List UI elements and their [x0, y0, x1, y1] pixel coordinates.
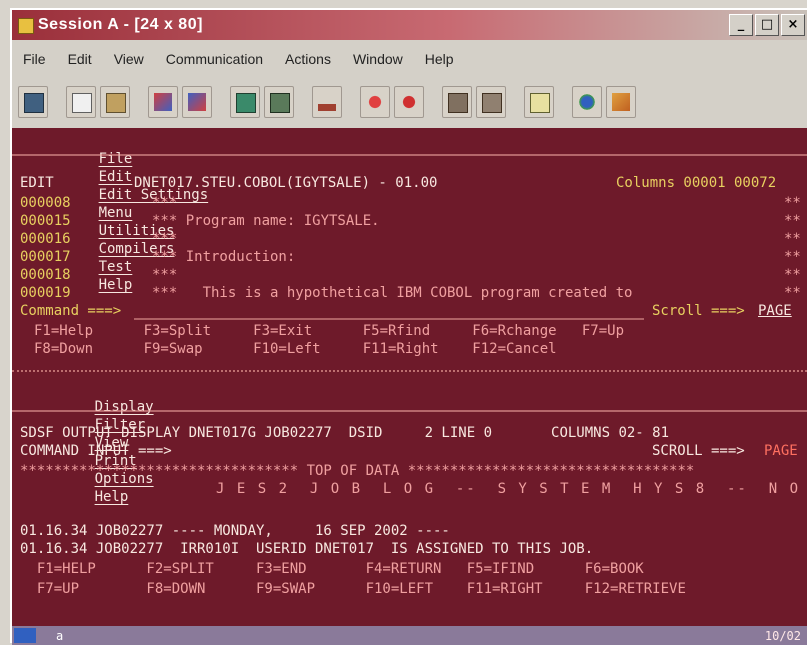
edit-fkeys-row2: F8=Down F9=Swap F10=Left F11=Right F12=C…: [34, 341, 557, 357]
edit-scroll-value[interactable]: PAGE: [758, 302, 792, 320]
edit-icon[interactable]: [606, 86, 636, 118]
top-of-data-marker: ********************************* TOP OF…: [20, 463, 695, 479]
session-indicator: [14, 628, 36, 643]
jes2-banner: J E S 2 J O B L O G -- S Y S T E M H Y S…: [216, 481, 807, 497]
menu-actions[interactable]: Actions: [274, 51, 342, 67]
source-line[interactable]: ***: [152, 194, 177, 212]
maximize-button[interactable]: □: [755, 14, 779, 36]
window-title: Session A - [24 x 80]: [38, 16, 203, 33]
ispf-menu-edit[interactable]: Edit: [99, 169, 133, 185]
emulator-window: Session A - [24 x 80] _ □ × File Edit Vi…: [10, 8, 807, 645]
sdsf-menu-help[interactable]: Help: [95, 489, 129, 505]
display-icon[interactable]: [18, 86, 48, 118]
menu-edit[interactable]: Edit: [57, 51, 103, 67]
session-icon[interactable]: [18, 18, 34, 34]
status-indicator: a: [56, 628, 64, 643]
window-controls: _ □ ×: [729, 14, 805, 36]
source-line-tail: **: [784, 195, 801, 211]
macro-icon[interactable]: [230, 86, 260, 118]
sdsf-fkeys-row2: F7=UP F8=DOWN F9=SWAP F10=LEFT F11=RIGHT…: [20, 581, 686, 597]
print-setup-icon[interactable]: [476, 86, 506, 118]
ispf-menu-menu[interactable]: Menu: [99, 205, 133, 221]
line-number[interactable]: 000015: [20, 212, 71, 230]
menu-view[interactable]: View: [103, 51, 155, 67]
edit-dataset-name: DNET017.STEU.COBOL(IGYTSALE) - 01.00: [134, 175, 438, 191]
source-line[interactable]: ***: [152, 230, 177, 248]
sdsf-command-label: COMMAND INPUT ===>: [20, 443, 172, 459]
log-line: 01.16.34 JOB02277 IRR010I USERID DNET017…: [20, 541, 594, 557]
edit-command-input[interactable]: [134, 318, 644, 320]
copy-icon[interactable]: [66, 86, 96, 118]
ispf-menu-bar: File Edit Edit_Settings Menu Utilities C…: [48, 132, 220, 293]
close-button[interactable]: ×: [781, 14, 805, 36]
source-line[interactable]: *** This is a hypothetical IBM COBOL pro…: [152, 284, 632, 302]
cursor-position: 10/02: [764, 628, 801, 643]
edit-mode-label: EDIT: [20, 175, 54, 191]
sdsf-scroll-label: SCROLL ===>: [652, 443, 745, 459]
sdsf-menu-display[interactable]: Display: [95, 399, 154, 415]
title-bar[interactable]: Session A - [24 x 80] _ □ ×: [12, 10, 807, 40]
line-number[interactable]: 000017: [20, 248, 71, 266]
keyboard-icon[interactable]: [264, 86, 294, 118]
chart-icon[interactable]: [312, 86, 342, 118]
source-line-tail: **: [784, 285, 801, 301]
log-line: 01.16.34 JOB02277 ---- MONDAY, 16 SEP 20…: [20, 523, 450, 539]
receive-icon[interactable]: [182, 86, 212, 118]
menu-help[interactable]: Help: [414, 51, 465, 67]
source-line-tail: **: [784, 231, 801, 247]
menu-window[interactable]: Window: [342, 51, 414, 67]
minimize-button[interactable]: _: [729, 14, 753, 36]
globe-icon[interactable]: [572, 86, 602, 118]
menu-file[interactable]: File: [12, 51, 57, 67]
sdsf-menu-bar: Display Filter View Print Options Help: [44, 380, 166, 505]
source-line[interactable]: ***: [152, 266, 177, 284]
line-number[interactable]: 000019: [20, 284, 71, 302]
paste-icon[interactable]: [100, 86, 130, 118]
source-line-tail: **: [784, 267, 801, 283]
edit-scroll-label: Scroll ===>: [652, 303, 745, 319]
record-icon[interactable]: [360, 86, 390, 118]
edit-fkeys-row1: F1=Help F3=Split F3=Exit F5=Rfind F6=Rch…: [34, 323, 625, 339]
edit-command-label: Command ===>: [20, 303, 122, 319]
print-icon[interactable]: [442, 86, 472, 118]
source-line-tail: **: [784, 213, 801, 229]
status-bar: a 10/02: [12, 626, 807, 645]
sdsf-fkeys-row1: F1=HELP F2=SPLIT F3=END F4=RETURN F5=IFI…: [20, 561, 644, 577]
line-number[interactable]: 000008: [20, 194, 71, 212]
sdsf-scroll-value[interactable]: PAGE: [764, 442, 798, 460]
clipboard-icon[interactable]: [524, 86, 554, 118]
line-number[interactable]: 000018: [20, 266, 71, 284]
source-line[interactable]: *** Program name: IGYTSALE.: [152, 212, 380, 230]
menu-communication[interactable]: Communication: [155, 51, 274, 67]
menu-bar: File Edit View Communication Actions Win…: [12, 46, 807, 72]
source-line[interactable]: *** Introduction:: [152, 248, 295, 266]
toolbar: [12, 80, 807, 124]
send-icon[interactable]: [148, 86, 178, 118]
ispf-menu-test[interactable]: Test: [99, 259, 133, 275]
line-number[interactable]: 000016: [20, 230, 71, 248]
sdsf-header: SDSF OUTPUT DISPLAY DNET017G JOB02277 DS…: [20, 425, 670, 441]
play-icon[interactable]: [394, 86, 424, 118]
source-line-tail: **: [784, 249, 801, 265]
edit-columns: Columns 00001 00072: [616, 175, 777, 191]
terminal-screen[interactable]: File Edit Edit_Settings Menu Utilities C…: [12, 128, 807, 626]
ispf-menu-help[interactable]: Help: [99, 277, 133, 293]
